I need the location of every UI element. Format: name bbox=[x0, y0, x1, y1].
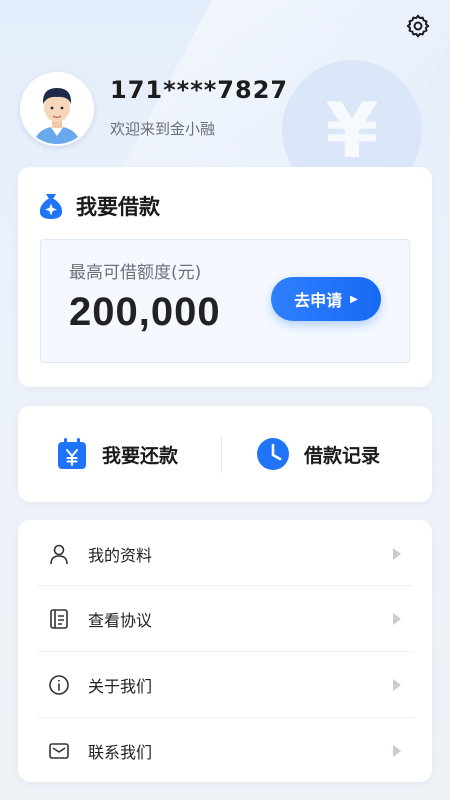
menu-item-my-profile[interactable]: 我的资料 bbox=[18, 521, 432, 586]
money-bag-icon bbox=[39, 194, 63, 219]
repay-button[interactable]: 我要还款 bbox=[56, 406, 178, 502]
loan-card: 我要借款 最高可借额度(元) 200,000 去申请 ▶ bbox=[18, 167, 432, 387]
settings-button[interactable] bbox=[404, 12, 432, 40]
user-icon bbox=[50, 544, 68, 564]
document-icon bbox=[50, 608, 68, 629]
loan-card-header: 我要借款 bbox=[38, 191, 160, 221]
avatar[interactable] bbox=[20, 72, 94, 146]
menu-item-contact-us[interactable]: 联系我们 bbox=[18, 718, 432, 783]
menu-item-label: 我的资料 bbox=[88, 545, 153, 565]
chevron-right-icon bbox=[393, 547, 401, 560]
chevron-right-icon bbox=[393, 612, 401, 625]
apply-button-label: 去申请 bbox=[294, 291, 343, 310]
user-avatar-illustration bbox=[22, 74, 92, 144]
calendar-yen-icon bbox=[58, 438, 86, 469]
clock-icon bbox=[257, 438, 289, 470]
chevron-right-icon bbox=[393, 744, 401, 757]
quota-box: 最高可借额度(元) 200,000 去申请 ▶ bbox=[40, 239, 410, 363]
welcome-text: 欢迎来到金小融 bbox=[110, 120, 216, 138]
menu-card: 我的资料 查看协议 关于我们 联系我们 bbox=[18, 520, 432, 782]
menu-item-about-us[interactable]: 关于我们 bbox=[18, 652, 432, 717]
info-icon bbox=[49, 674, 69, 695]
loan-records-button[interactable]: 借款记录 bbox=[256, 406, 380, 502]
actions-card: 我要还款 借款记录 bbox=[18, 406, 432, 502]
user-phone: 171****7827 bbox=[110, 76, 289, 104]
quota-label: 最高可借额度(元) bbox=[69, 263, 202, 283]
menu-item-view-agreement[interactable]: 查看协议 bbox=[18, 586, 432, 651]
loan-card-title: 我要借款 bbox=[76, 195, 160, 219]
gear-icon bbox=[406, 14, 430, 38]
chevron-right-icon bbox=[393, 678, 401, 691]
apply-button[interactable]: 去申请 ▶ bbox=[271, 277, 381, 321]
loan-records-label: 借款记录 bbox=[304, 444, 381, 467]
quota-value: 200,000 bbox=[69, 290, 221, 334]
play-triangle-icon: ▶ bbox=[350, 293, 358, 305]
repay-label: 我要还款 bbox=[102, 444, 179, 467]
menu-item-label: 查看协议 bbox=[88, 610, 153, 630]
menu-item-label: 联系我们 bbox=[88, 742, 153, 762]
mail-icon bbox=[49, 742, 69, 759]
menu-item-label: 关于我们 bbox=[88, 676, 153, 696]
actions-divider bbox=[221, 437, 222, 473]
